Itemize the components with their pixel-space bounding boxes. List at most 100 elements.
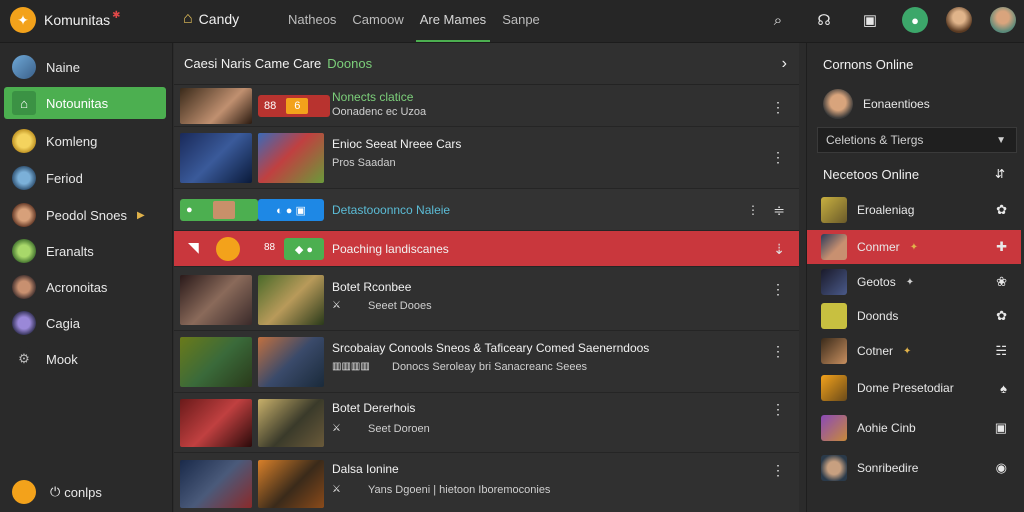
table-row[interactable]: 88 6 Nonects clatice Oonadenc ec Uzoa ⋮	[174, 85, 799, 127]
chevron-right-icon[interactable]: ›	[782, 55, 787, 73]
avatar-secondary[interactable]	[990, 7, 1016, 33]
home-icon: ⌂	[183, 10, 193, 27]
star-icon: ✦	[903, 345, 912, 357]
sidebar-item-notounitas[interactable]: ⌂ Notounitas	[4, 87, 166, 119]
more-icon[interactable]: ⋮	[747, 203, 759, 217]
list-item[interactable]: Aohie Cinb ▣	[807, 411, 1021, 445]
thumbnail	[258, 337, 324, 387]
thumbnail	[258, 275, 324, 325]
sidebar-avatar	[12, 166, 36, 190]
star-icon: ✦	[905, 276, 915, 288]
table-row[interactable]: Dalsa Ionine ⚔ Yans Dgoeni | hietoon Ibo…	[174, 453, 799, 512]
row-subtitle: Seet Doroen	[368, 423, 430, 435]
table-row[interactable]: Enioc Seeat Nreee Cars Pros Saadan ⋮	[174, 127, 799, 189]
sidebar-item-label: Komleng	[46, 133, 98, 149]
document-icon[interactable]: ▣	[856, 6, 884, 34]
more-icon[interactable]: ⋮	[771, 149, 785, 166]
puzzle-icon[interactable]: ✚	[996, 239, 1007, 255]
table-row[interactable]: ◥ 88 ◆ ● Poaching landiscanes ⇣	[174, 231, 799, 267]
home-icon: ⌂	[12, 91, 36, 115]
badge-icon[interactable]: ▣	[995, 420, 1007, 436]
sidebar-avatar	[12, 55, 36, 79]
tab-are-mames[interactable]: Are Mames	[412, 12, 494, 42]
sidebar-item-peodol-snoes[interactable]: Peodol Snoes ▶	[4, 199, 166, 231]
power-icon: ⏻	[50, 484, 61, 499]
sidebar-avatar	[12, 129, 36, 153]
thumbnail	[258, 460, 324, 508]
sidebar-item-eranalts[interactable]: Eranalts	[4, 235, 166, 267]
sidebar-item-label: Cagia	[46, 315, 80, 331]
friend-name: Sonribedire	[857, 461, 919, 475]
mask-icon[interactable]: ☵	[995, 343, 1007, 359]
gear-icon[interactable]: ✿	[996, 308, 1007, 324]
profile-icon	[12, 480, 36, 504]
flower-icon[interactable]: ❀	[996, 274, 1007, 290]
table-row[interactable]: Botet Dererhois ⚔ Seet Doroen ⋮	[174, 393, 799, 453]
sidebar-item-komleng[interactable]: Komleng	[4, 125, 166, 157]
at-icon[interactable]: ◉	[996, 460, 1007, 476]
list-item[interactable]: Conmer ✦ ✚	[807, 230, 1021, 264]
badge-chip: 88 6	[258, 95, 330, 117]
online-subtitle: Necetoos Online ⇵	[823, 167, 1005, 182]
row-subtitle: Oonadenc ec Uzoa	[332, 106, 427, 118]
gear-icon[interactable]: ✿	[996, 202, 1007, 218]
list-item[interactable]: Dome Presetodiar ♠	[807, 371, 1021, 405]
sort-icon[interactable]: ⇣	[773, 241, 785, 258]
sidebar-item-cagia[interactable]: Cagia	[4, 307, 166, 339]
row-title: Dalsa Ionine	[332, 462, 399, 476]
headset-icon[interactable]: ☊	[810, 6, 838, 34]
thumbnail	[180, 460, 252, 508]
brand[interactable]: ✦ Komunitas ✱	[10, 7, 121, 33]
online-subtitle-label: Necetoos Online	[823, 167, 920, 182]
list-item[interactable]: Geotos ✦ ❀	[807, 265, 1021, 299]
badge-chip: ●	[180, 199, 258, 221]
list-item[interactable]: Eroaleniag ✿	[807, 193, 1021, 227]
avatar[interactable]	[946, 7, 972, 33]
thumbnail	[180, 133, 252, 183]
row-title: Botet Rconbee	[332, 280, 412, 294]
filter-select-value: Celetions & Tiergs	[826, 133, 924, 147]
friend-name: Doonds	[857, 309, 899, 323]
table-row[interactable]: ● ◐ ● ▣ Detastooonnco Naleie ⋮ ≑	[174, 189, 799, 231]
list-item[interactable]: Doonds ✿	[807, 299, 1021, 333]
thumbnail	[180, 275, 252, 325]
feed-header[interactable]: Caesi Naris Came Care Doonos ›	[174, 43, 799, 85]
fire-icon: 6	[286, 98, 309, 114]
sword-icon: ⚔	[332, 423, 341, 434]
avatar	[821, 269, 847, 295]
sidebar-avatar	[12, 275, 36, 299]
current-user[interactable]: Eonaentioes	[823, 89, 930, 119]
sidebar-item-acronoitas[interactable]: Acronoitas	[4, 271, 166, 303]
sidebar-item-mook[interactable]: ⚙ Mook	[4, 343, 166, 375]
filter-select[interactable]: Celetions & Tiergs ▼	[817, 127, 1017, 153]
table-row[interactable]: Botet Rconbee Seeet Dooes ⚔ ⋮	[174, 267, 799, 331]
tab-camoow[interactable]: Camoow	[344, 12, 411, 40]
more-icon[interactable]: ⋮	[771, 462, 785, 479]
list-item[interactable]: Sonribedire ◉	[807, 451, 1021, 485]
tab-natheos[interactable]: Natheos	[280, 12, 344, 40]
avatar	[821, 455, 847, 481]
sidebar-item-feriod[interactable]: Feriod	[4, 162, 166, 194]
sliders-icon[interactable]: ≑	[773, 202, 785, 219]
friend-name: Geotos	[857, 275, 896, 289]
sidebar-item-naine[interactable]: Naine	[4, 51, 166, 83]
sidebar-footer[interactable]: ⏻ conlps	[12, 480, 102, 504]
sidebar-item-label: Notounitas	[46, 95, 109, 111]
count-icon: 88	[264, 242, 276, 253]
add-friend-icon[interactable]: ⇵	[995, 167, 1005, 181]
thumbnail	[180, 399, 252, 447]
shield-icon[interactable]: ♠	[1000, 381, 1007, 396]
more-icon[interactable]: ⋮	[771, 281, 785, 298]
home-link[interactable]: ⌂ Candy	[183, 10, 239, 28]
more-icon[interactable]: ⋮	[771, 401, 785, 418]
status-icon[interactable]: ●	[902, 7, 928, 33]
sidebar-item-label: Eranalts	[46, 243, 94, 259]
more-icon[interactable]: ⋮	[771, 99, 785, 116]
search-icon[interactable]: ⌕	[764, 6, 792, 34]
more-icon[interactable]: ⋮	[771, 343, 785, 360]
list-item[interactable]: Cotner ✦ ☵	[807, 334, 1021, 368]
toggle-icon: ◐ ● ▣	[276, 204, 306, 217]
tab-sanpe[interactable]: Sanpe	[494, 12, 548, 40]
table-row[interactable]: Srcobaiay Conools Sneos & Taficeary Come…	[174, 331, 799, 393]
badge-chip: ◐ ● ▣	[258, 199, 324, 221]
